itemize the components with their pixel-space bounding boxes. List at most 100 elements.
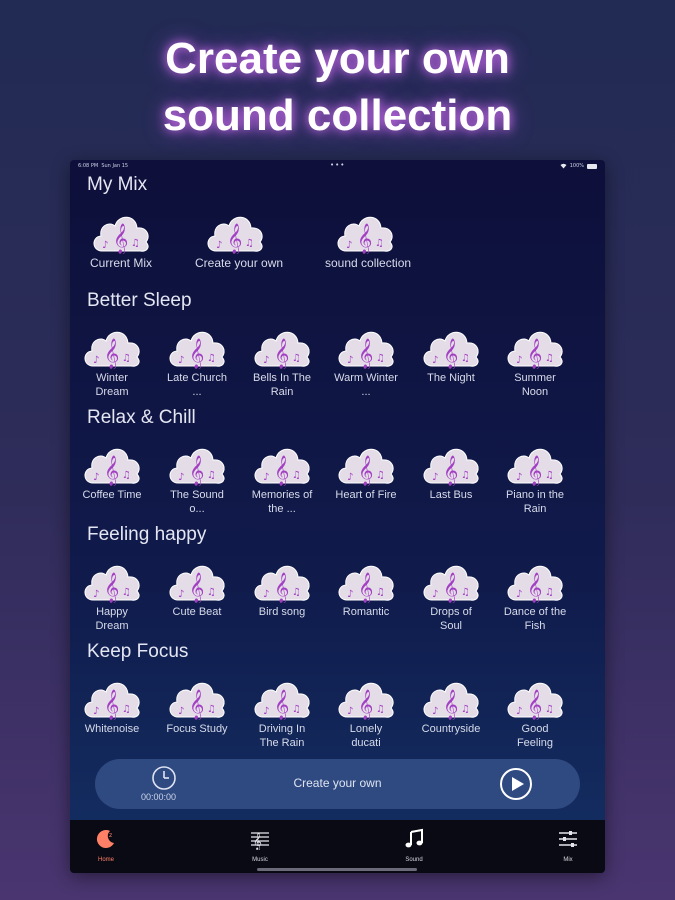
cloud-music-note-icon [420, 557, 482, 603]
sound-tile[interactable]: Memories of the ... [242, 440, 322, 516]
sound-tile-label: Coffee Time [82, 489, 142, 501]
sound-tile[interactable]: Whitenoise [72, 674, 152, 736]
sound-tile-label: Heart of Fire [335, 489, 397, 501]
section-title: Keep Focus [87, 641, 189, 662]
battery-icon [587, 163, 597, 169]
headline-line-2: sound collection [162, 91, 513, 140]
cloud-music-note-icon [81, 440, 143, 486]
mix-item-create-your-own[interactable]: Create your own [195, 208, 283, 270]
sliders-icon [559, 831, 577, 847]
sound-tile-label: Summer Noon [514, 372, 556, 398]
cloud-music-note-icon [420, 323, 482, 369]
sound-tile[interactable]: Coffee Time [72, 440, 152, 502]
sound-tile-label: Piano in the Rain [505, 489, 565, 515]
cloud-music-note-icon [504, 557, 566, 603]
sound-tile[interactable]: Good Feeling [495, 674, 575, 750]
status-date: Sun Jan 15 [101, 163, 129, 169]
sound-tile[interactable]: Last Bus [411, 440, 491, 502]
wifi-icon [560, 163, 567, 169]
sound-tile-label: Late Church ... [167, 372, 227, 398]
sound-tile[interactable]: Driving In The Rain [242, 674, 322, 750]
cloud-music-note-icon [204, 208, 266, 254]
cloud-music-note-icon [81, 674, 143, 720]
sound-tile[interactable]: Cute Beat [157, 557, 237, 619]
sound-tile[interactable]: Bird song [242, 557, 322, 619]
mini-player[interactable]: 00:00:00 Create your own [95, 759, 580, 809]
mix-item-sound-collection[interactable]: sound collection [325, 208, 411, 270]
mix-item-label: Current Mix [89, 256, 152, 270]
cloud-music-note-icon [81, 323, 143, 369]
sound-tile[interactable]: Countryside [411, 674, 491, 736]
tab-sound[interactable]: Sound [384, 828, 444, 863]
tab-label: Mix [563, 857, 573, 863]
tab-music[interactable]: 𝄞 Music [230, 828, 290, 863]
sound-tile[interactable]: Warm Winter ... [326, 323, 406, 399]
svg-text:𝄞: 𝄞 [253, 832, 262, 850]
sound-tile[interactable]: Dance of the Fish [495, 557, 575, 633]
device-screen: 6:08 PM Sun Jan 15 ••• 100% My Mix Curre… [70, 160, 605, 873]
sound-tile[interactable]: Romantic [326, 557, 406, 619]
sound-tile-label: Driving In The Rain [258, 723, 306, 749]
section-title-my-mix: My Mix [87, 174, 148, 195]
sound-tile[interactable]: Piano in the Rain [495, 440, 575, 516]
battery-percent: 100% [569, 163, 584, 169]
svg-text:z: z [109, 832, 112, 839]
home-indicator [257, 868, 417, 871]
sound-tile-label: Focus Study [166, 723, 228, 735]
sound-tile-label: Good Feeling [516, 723, 554, 749]
sound-tile[interactable]: Focus Study [157, 674, 237, 736]
status-right: 100% [560, 163, 597, 169]
sound-tile[interactable]: The Night [411, 323, 491, 385]
tab-label: Sound [405, 857, 423, 863]
music-sheet-icon: 𝄞 [251, 832, 269, 850]
sound-tile[interactable]: Bells In The Rain [242, 323, 322, 399]
sound-tile[interactable]: Heart of Fire [326, 440, 406, 502]
sound-tile[interactable]: The Sound o... [157, 440, 237, 516]
mix-item-current-mix[interactable]: Current Mix [81, 208, 161, 270]
sound-tile[interactable]: Happy Dream [72, 557, 152, 633]
tab-bar: z Home 𝄞 Music Sound Mix [70, 820, 605, 873]
sound-tile-label: Memories of the ... [251, 489, 313, 515]
status-bar: 6:08 PM Sun Jan 15 ••• 100% [70, 160, 605, 172]
sound-tile-label: Drops of Soul [430, 606, 472, 632]
cloud-music-note-icon [335, 557, 397, 603]
status-time: 6:08 PM [78, 163, 99, 169]
sound-tile[interactable]: Late Church ... [157, 323, 237, 399]
sound-tile-label: Dance of the Fish [503, 606, 567, 632]
tab-label: Music [252, 857, 268, 863]
cloud-music-note-icon [504, 440, 566, 486]
cloud-music-note-icon [335, 323, 397, 369]
sound-tile-label: Whitenoise [84, 723, 140, 735]
sound-tile-label: The Sound o... [170, 489, 224, 515]
sound-tile-label: Romantic [342, 606, 390, 618]
sound-tile[interactable]: Summer Noon [495, 323, 575, 399]
cloud-music-note-icon [251, 557, 313, 603]
cloud-music-note-icon [504, 323, 566, 369]
cloud-music-note-icon [251, 674, 313, 720]
cloud-music-note-icon [251, 323, 313, 369]
sound-tile-label: The Night [427, 372, 475, 384]
tab-home[interactable]: z Home [76, 828, 136, 863]
cloud-music-note-icon [251, 440, 313, 486]
tab-mix[interactable]: Mix [538, 828, 598, 863]
sound-tile-label: Lonely ducati [349, 723, 383, 749]
section-title: Feeling happy [87, 524, 207, 545]
play-icon[interactable] [499, 767, 533, 801]
multitask-dots[interactable]: ••• [330, 161, 345, 169]
headline-line-1: Create your own [165, 34, 510, 83]
sound-tile-label: Warm Winter ... [334, 372, 398, 398]
cloud-music-note-icon [420, 440, 482, 486]
music-note-icon [405, 828, 423, 848]
sound-tile[interactable]: Drops of Soul [411, 557, 491, 633]
tab-label: Home [97, 857, 114, 863]
cloud-music-note-icon [334, 208, 396, 254]
cloud-music-note-icon [420, 674, 482, 720]
cloud-music-note-icon [81, 557, 143, 603]
sound-tile[interactable]: Lonely ducati [326, 674, 406, 750]
sound-tile[interactable]: Winter Dream [72, 323, 152, 399]
moon-icon: z [96, 830, 114, 849]
cloud-music-note-icon [166, 440, 228, 486]
cloud-music-note-icon [335, 440, 397, 486]
cloud-music-note-icon [166, 674, 228, 720]
sound-tile-label: Countryside [421, 723, 481, 735]
